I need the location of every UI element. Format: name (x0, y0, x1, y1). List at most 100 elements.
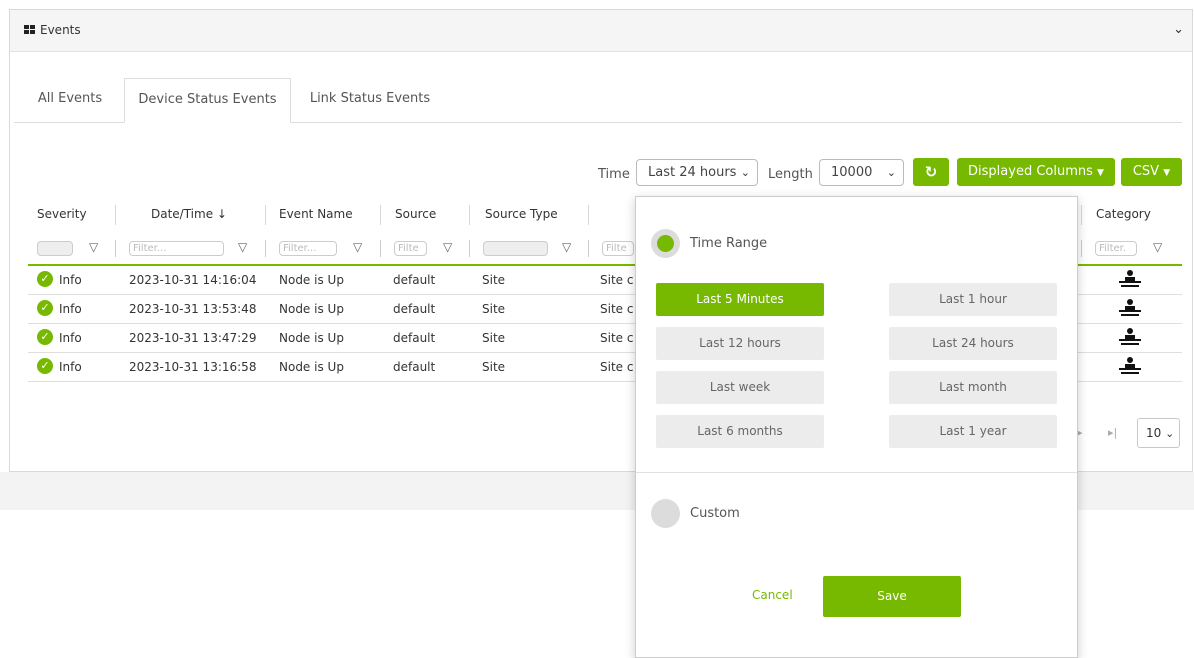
custom-label: Custom (690, 506, 740, 521)
time-select[interactable]: Last 24 hours ⌄ (636, 159, 758, 186)
chevron-down-icon: ⌄ (886, 166, 896, 179)
severity-cell: Info (59, 302, 82, 316)
header-category[interactable]: Category (1096, 207, 1151, 221)
caret-down-icon: ▼ (1163, 168, 1171, 178)
last-page-icon[interactable]: ▸| (1108, 426, 1117, 439)
filter-icon[interactable]: ▽ (443, 240, 452, 254)
custom-radio[interactable] (651, 499, 680, 528)
tab-all-events[interactable]: All Events (14, 78, 126, 122)
tab-link-status-events[interactable]: Link Status Events (294, 78, 446, 122)
filter-icon[interactable]: ▽ (1153, 240, 1162, 254)
datetime-filter[interactable]: Filter... (129, 241, 224, 256)
header-severity[interactable]: Severity (37, 207, 87, 221)
filter-icon[interactable]: ▽ (89, 240, 98, 254)
displayed-columns-label: Displayed Columns (968, 164, 1093, 179)
event-name-cell: Node is Up (279, 273, 344, 287)
filter-divider (588, 240, 589, 257)
source-cell: default (393, 360, 436, 374)
length-select[interactable]: 10000 ⌄ (819, 159, 904, 186)
check-circle-icon: ✓ (37, 300, 53, 316)
range-last-24-hours[interactable]: Last 24 hours (889, 327, 1057, 360)
filter-divider (115, 240, 116, 257)
datetime-cell: 2023-10-31 14:16:04 (129, 273, 257, 287)
filter-icon[interactable]: ▽ (238, 240, 247, 254)
event-name-cell: Node is Up (279, 360, 344, 374)
severity-filter[interactable] (37, 241, 73, 256)
event-name-filter[interactable]: Filter... (279, 241, 337, 256)
filter-divider (265, 240, 266, 257)
event-name-cell: Node is Up (279, 331, 344, 345)
time-range-radio[interactable] (651, 229, 680, 258)
column-divider (588, 205, 589, 225)
description-cell: Site c (600, 273, 634, 287)
column-divider (265, 205, 266, 225)
column-divider (1081, 205, 1082, 225)
filter-divider (1081, 240, 1082, 257)
source-type-cell: Site (482, 273, 506, 287)
chevron-down-icon: ⌄ (740, 166, 750, 179)
header-source-type[interactable]: Source Type (485, 207, 558, 221)
tab-device-status-events[interactable]: Device Status Events (124, 78, 291, 123)
category-filter[interactable]: Filter. (1095, 241, 1137, 256)
csv-button[interactable]: CSV ▼ (1121, 158, 1182, 186)
check-circle-icon: ✓ (37, 358, 53, 374)
check-circle-icon: ✓ (37, 329, 53, 345)
severity-cell: Info (59, 360, 82, 374)
time-select-value: Last 24 hours (648, 165, 737, 180)
filter-divider (469, 240, 470, 257)
site-category-icon (1119, 270, 1141, 287)
column-divider (469, 205, 470, 225)
column-divider (115, 205, 116, 225)
range-last-5-minutes[interactable]: Last 5 Minutes (656, 283, 824, 316)
header-event-name[interactable]: Event Name (279, 207, 353, 221)
range-last-1-year[interactable]: Last 1 year (889, 415, 1057, 448)
source-type-cell: Site (482, 331, 506, 345)
time-range-dropdown: Time Range Last 5 Minutes Last 1 hour La… (635, 196, 1078, 658)
description-cell: Site c (600, 360, 634, 374)
time-range-label: Time Range (690, 236, 768, 251)
source-filter[interactable]: Filte (394, 241, 427, 256)
grid-icon (24, 25, 36, 35)
range-last-month[interactable]: Last month (889, 371, 1057, 404)
source-cell: default (393, 331, 436, 345)
dropdown-divider (636, 472, 1077, 473)
range-last-6-months[interactable]: Last 6 months (656, 415, 824, 448)
description-cell: Site c (600, 331, 634, 345)
range-last-12-hours[interactable]: Last 12 hours (656, 327, 824, 360)
panel-title-text: Events (40, 23, 81, 37)
caret-down-icon: ▼ (1097, 168, 1104, 178)
header-datetime[interactable]: Date/Time ↓ (151, 207, 227, 221)
check-circle-icon: ✓ (37, 271, 53, 287)
severity-cell: Info (59, 273, 82, 287)
source-cell: default (393, 302, 436, 316)
length-select-value: 10000 (831, 165, 873, 180)
save-button[interactable]: Save (823, 576, 961, 617)
site-category-icon (1119, 328, 1141, 345)
source-type-cell: Site (482, 360, 506, 374)
displayed-columns-button[interactable]: Displayed Columns ▼ (957, 158, 1115, 186)
page-size-value: 10 (1146, 426, 1162, 440)
filter-divider (380, 240, 381, 257)
description-filter[interactable]: Filte (602, 241, 634, 256)
header-source[interactable]: Source (395, 207, 436, 221)
filter-icon[interactable]: ▽ (562, 240, 571, 254)
source-type-filter[interactable] (483, 241, 548, 256)
filter-icon[interactable]: ▽ (353, 240, 362, 254)
csv-label: CSV (1132, 164, 1160, 179)
range-last-1-hour[interactable]: Last 1 hour (889, 283, 1057, 316)
datetime-cell: 2023-10-31 13:16:58 (129, 360, 257, 374)
chevron-down-icon[interactable]: ⌄ (1173, 22, 1184, 37)
datetime-cell: 2023-10-31 13:53:48 (129, 302, 257, 316)
panel-header[interactable]: Events ⌄ (10, 10, 1192, 52)
refresh-icon: ↻ (924, 163, 938, 181)
severity-cell: Info (59, 331, 82, 345)
cancel-button[interactable]: Cancel (752, 588, 793, 602)
event-tabs: All Events Device Status Events Link Sta… (14, 78, 1182, 123)
refresh-button[interactable]: ↻ (913, 158, 949, 186)
panel-title: Events (24, 23, 81, 37)
source-cell: default (393, 273, 436, 287)
page-size-select[interactable]: 10 ⌄ (1137, 418, 1180, 448)
description-cell: Site c (600, 302, 634, 316)
range-last-week[interactable]: Last week (656, 371, 824, 404)
time-label: Time (598, 167, 630, 182)
